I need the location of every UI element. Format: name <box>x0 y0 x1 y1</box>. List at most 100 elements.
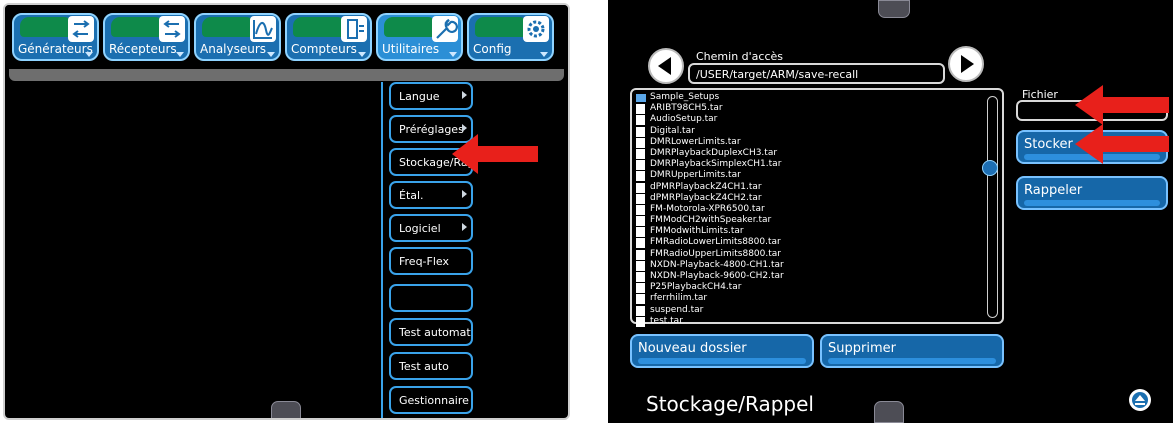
bottom-tab-handle[interactable] <box>874 401 904 423</box>
file-row[interactable]: FMModCH2withSpeaker.tar <box>636 215 784 227</box>
generators-button[interactable]: Générateurs <box>12 13 99 61</box>
delete-label: Supprimer <box>828 341 896 356</box>
file-row[interactable]: DMRLowerLimits.tar <box>636 137 784 148</box>
red-arrow-icon <box>1075 85 1169 125</box>
toolbar-label: Générateurs <box>18 42 93 56</box>
folder-row[interactable]: Sample_Setups <box>636 92 784 103</box>
menu-item-etal[interactable]: Étal. <box>389 181 473 209</box>
path-field[interactable]: /USER/target/ARM/save-recall <box>688 63 945 84</box>
file-row[interactable]: ARIBT98CH5.tar <box>636 103 784 115</box>
file-row[interactable]: dPMRPlaybackZ4CH2.tar <box>636 193 784 204</box>
file-row[interactable]: DMRPlaybackSimplexCH1.tar <box>636 159 784 171</box>
menu-item-label: Logiciel <box>399 222 441 235</box>
file-row[interactable]: P25PlaybackCH4.tar <box>636 282 784 294</box>
toolbar-label: Analyseurs <box>200 42 267 56</box>
file-icon <box>636 137 645 148</box>
menu-item-underline <box>459 207 473 209</box>
file-row[interactable]: test.tar <box>636 316 784 327</box>
file-name: FMRadioUpperLimits8800.tar <box>650 248 781 259</box>
file-name: rferrhilim.tar <box>650 293 708 304</box>
red-arrow-icon <box>452 134 538 174</box>
file-row[interactable]: NXDN-Playback-4800-CH1.tar <box>636 260 784 271</box>
menu-item-underline <box>459 108 473 110</box>
file-row[interactable]: Digital.tar <box>636 126 784 137</box>
file-name: FMModwithLimits.tar <box>650 226 744 237</box>
analyzers-icon <box>250 16 276 42</box>
top-toolbar: Générateurs Récepteurs Analyseurs Compte… <box>5 5 568 69</box>
scrollbar-track[interactable] <box>987 96 998 318</box>
file-name: Digital.tar <box>650 125 695 136</box>
file-row[interactable]: suspend.tar <box>636 305 784 316</box>
menu-item-test-auto[interactable]: Test auto <box>389 352 473 380</box>
config-button[interactable]: Config <box>467 13 554 61</box>
file-row[interactable]: rferrhilim.tar <box>636 293 784 305</box>
menu-item-underline <box>459 273 473 275</box>
generators-icon <box>68 16 94 42</box>
submenu-arrow-icon <box>462 124 467 132</box>
file-name: FMModCH2withSpeaker.tar <box>650 215 772 226</box>
submenu-arrow-icon <box>462 190 467 198</box>
menu-item-label: Étal. <box>399 189 424 202</box>
menu-item-underline <box>459 344 473 346</box>
utilities-button[interactable]: Utilitaires <box>376 13 463 61</box>
menu-item-label: Test auto <box>399 360 449 373</box>
analyzers-button[interactable]: Analyseurs <box>194 13 281 61</box>
file-name: NXDN-Playback-4800-CH1.tar <box>650 259 784 270</box>
file-row[interactable]: FMRadioUpperLimits8800.tar <box>636 249 784 260</box>
right-arrow-icon <box>961 55 974 73</box>
receivers-button[interactable]: Récepteurs <box>103 13 190 61</box>
menu-item-underline <box>459 310 473 312</box>
file-name: DMRLowerLimits.tar <box>650 136 741 147</box>
file-row[interactable]: FMRadioLowerLimits8800.tar <box>636 237 784 249</box>
forward-button[interactable] <box>948 46 984 82</box>
back-button[interactable] <box>648 48 684 84</box>
file-icon <box>636 126 645 137</box>
counters-button[interactable]: Compteurs <box>285 13 372 61</box>
menu-item-freq-flex[interactable]: Freq-Flex <box>389 247 473 275</box>
menu-item-label: Gestionnaire d <box>399 394 473 407</box>
file-name: DMRPlaybackDuplexCH3.tar <box>650 147 778 158</box>
menu-item-logiciel[interactable]: Logiciel <box>389 214 473 242</box>
file-row[interactable]: DMRPlaybackDuplexCH3.tar <box>636 148 784 159</box>
file-icon <box>636 115 645 126</box>
scrollbar-thumb[interactable] <box>982 160 998 176</box>
path-value: /USER/target/ARM/save-recall <box>696 68 859 81</box>
screenshot-root: Générateurs Récepteurs Analyseurs Compte… <box>0 0 1176 423</box>
save-recall-screen: Chemin d'accès /USER/target/ARM/save-rec… <box>608 0 1173 423</box>
file-row[interactable]: AudioSetup.tar <box>636 114 784 126</box>
file-row[interactable]: dPMRPlaybackZ4CH1.tar <box>636 182 784 193</box>
file-icon <box>636 160 645 171</box>
file-icon <box>636 272 645 282</box>
receivers-icon <box>159 16 185 42</box>
toolbar-label: Config <box>473 42 512 56</box>
file-name: dPMRPlaybackZ4CH2.tar <box>650 192 762 203</box>
menu-item-underline <box>459 378 473 380</box>
file-icon <box>636 104 645 115</box>
new-folder-button[interactable]: Nouveau dossier <box>630 334 814 368</box>
file-row[interactable]: DMRUpperLimits.tar <box>636 170 784 182</box>
top-tab-handle[interactable] <box>878 0 910 18</box>
file-icon <box>636 171 645 182</box>
recall-button[interactable]: Rappeler <box>1016 176 1168 210</box>
delete-button[interactable]: Supprimer <box>820 334 1004 368</box>
bottom-tab-handle[interactable] <box>271 401 301 418</box>
indicator-bar <box>384 17 437 37</box>
file-icon <box>636 216 645 227</box>
file-icon <box>636 182 645 193</box>
menu-item-gestionnaire[interactable]: Gestionnaire d <box>389 386 473 414</box>
file-row[interactable]: FM-Motorola-XPR6500.tar <box>636 204 784 215</box>
menu-item-test-automatique[interactable]: Test automatique <box>389 318 473 346</box>
left-arrow-icon <box>658 57 671 75</box>
file-list-items: Sample_Setups ARIBT98CH5.tar AudioSetup.ta… <box>636 92 784 327</box>
chevron-down-icon <box>176 52 184 57</box>
folder-icon <box>636 94 646 102</box>
menu-item-langue[interactable]: Langue <box>389 82 473 110</box>
menu-item-empty[interactable] <box>389 284 473 312</box>
toolbar-label: Récepteurs <box>109 42 177 56</box>
file-name: P25PlaybackCH4.tar <box>650 282 742 293</box>
file-row[interactable]: FMModwithLimits.tar <box>636 226 784 238</box>
file-list[interactable]: Sample_Setups ARIBT98CH5.tar AudioSetup.ta… <box>630 88 1004 327</box>
file-row[interactable]: NXDN-Playback-9600-CH2.tar <box>636 271 784 282</box>
scroll-top-button[interactable] <box>1129 389 1151 411</box>
file-icon <box>636 238 645 249</box>
